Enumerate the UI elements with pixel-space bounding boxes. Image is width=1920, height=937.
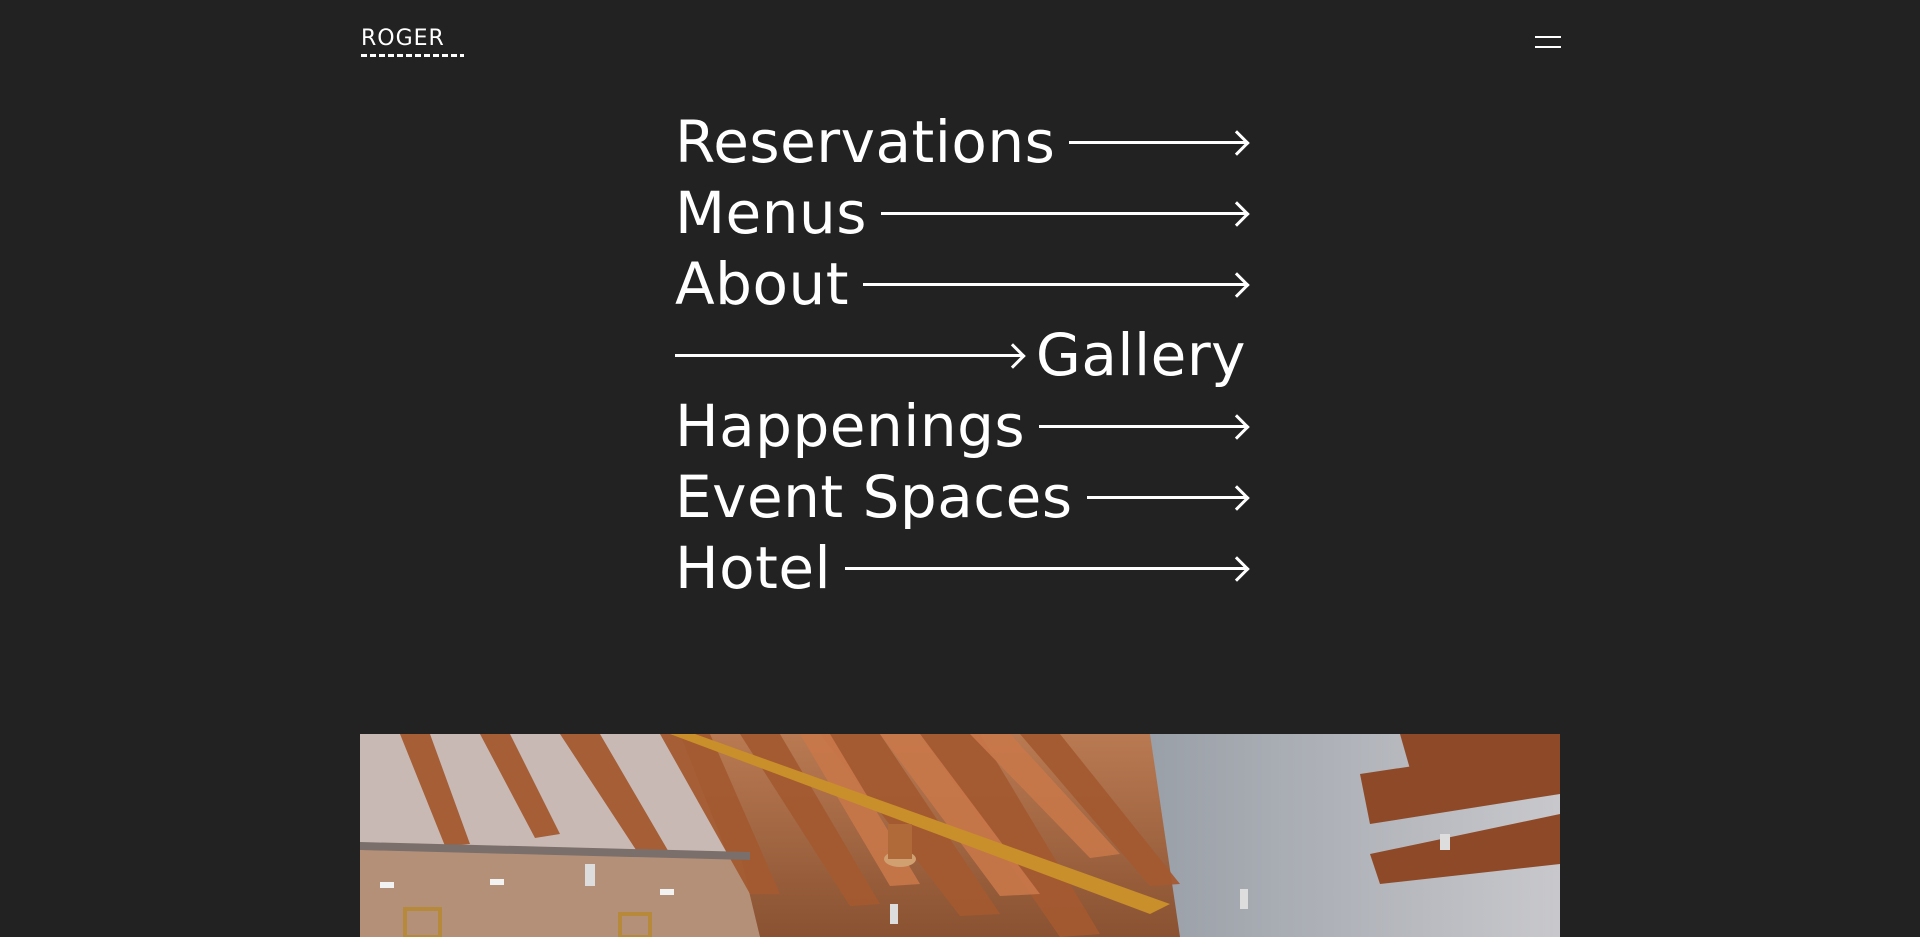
main-nav: Reservations Menus About Gallery Happeni… bbox=[675, 107, 1250, 604]
arrow-right-icon bbox=[1039, 391, 1250, 462]
nav-item-happenings[interactable]: Happenings bbox=[675, 391, 1250, 462]
nav-item-reservations[interactable]: Reservations bbox=[675, 107, 1250, 178]
arrow-right-icon bbox=[845, 533, 1250, 604]
hamburger-menu-icon-bar bbox=[1535, 46, 1561, 48]
nav-item-gallery[interactable]: Gallery bbox=[675, 320, 1246, 391]
nav-item-label: Hotel bbox=[675, 534, 832, 602]
nav-item-menus[interactable]: Menus bbox=[675, 178, 1250, 249]
hero-image bbox=[360, 734, 1560, 937]
nav-item-event-spaces[interactable]: Event Spaces bbox=[675, 462, 1250, 533]
logo-underline bbox=[361, 54, 464, 57]
logo-link[interactable]: ROGER bbox=[361, 28, 464, 57]
page: ROGER Reservations Menus About Gallery H… bbox=[0, 0, 1920, 937]
hamburger-menu-icon bbox=[1535, 36, 1561, 38]
nav-item-label: Menus bbox=[675, 179, 867, 247]
nav-item-label: Event Spaces bbox=[675, 463, 1073, 531]
arrow-right-icon bbox=[1086, 462, 1250, 533]
nav-item-label: Gallery bbox=[1035, 321, 1246, 389]
arrow-right-icon bbox=[675, 320, 1026, 391]
nav-item-about[interactable]: About bbox=[675, 249, 1250, 320]
nav-item-label: Reservations bbox=[675, 108, 1056, 176]
menu-toggle-button[interactable] bbox=[1535, 36, 1561, 52]
nav-item-label: Happenings bbox=[675, 392, 1026, 460]
arrow-right-icon bbox=[880, 178, 1250, 249]
nav-item-hotel[interactable]: Hotel bbox=[675, 533, 1250, 604]
logo: ROGER bbox=[361, 26, 445, 51]
nav-item-label: About bbox=[675, 250, 849, 318]
arrow-right-icon bbox=[862, 249, 1250, 320]
arrow-right-icon bbox=[1069, 107, 1250, 178]
